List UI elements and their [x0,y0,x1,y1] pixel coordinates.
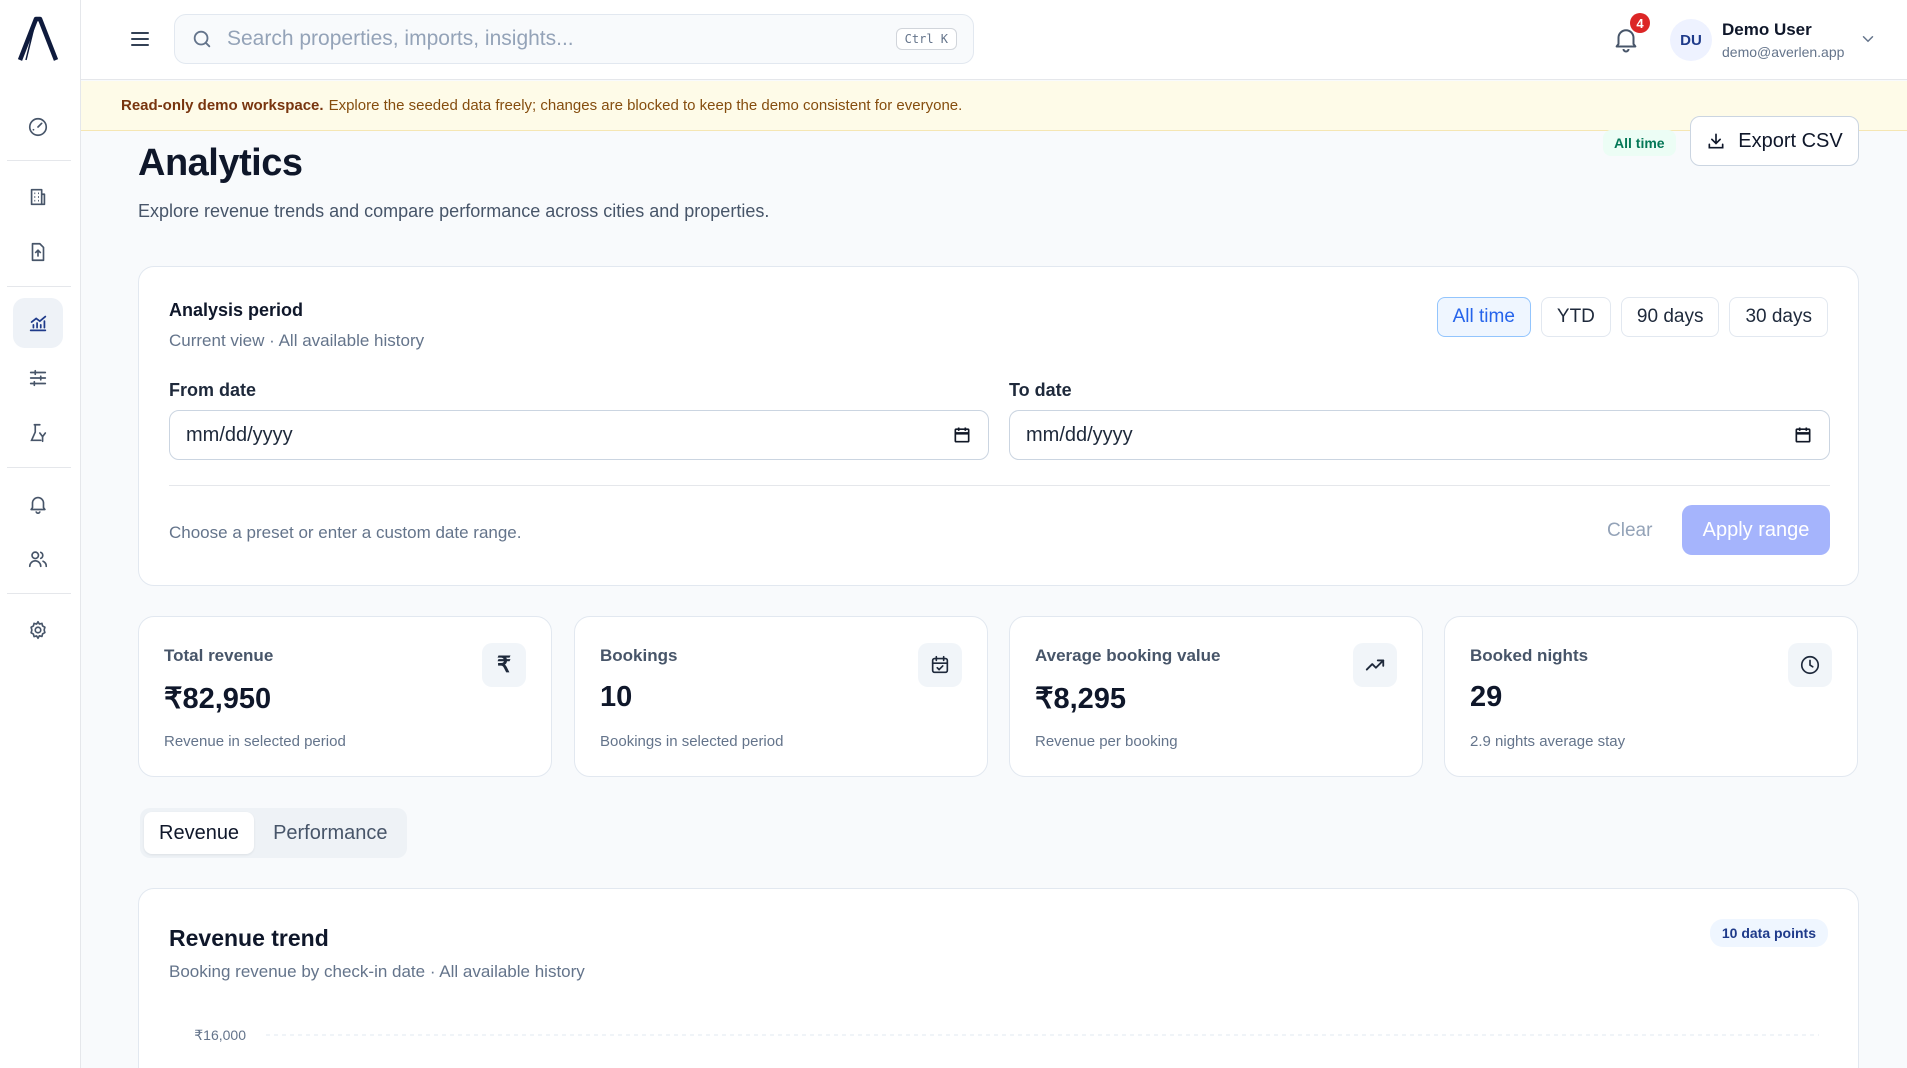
stat-value: ₹8,295 [1035,683,1127,715]
file-upload-icon [31,242,45,262]
period-presets: All time YTD 90 days 30 days [1436,297,1828,337]
to-date-label: To date [1009,380,1072,400]
stat-note: Revenue in selected period [164,733,346,750]
revenue-trend-title: Revenue trend [169,925,329,951]
analysis-period-card: Analysis period Current view · All avail… [138,266,1859,586]
stat-card-bookings: Bookings 10 Bookings in selected period [574,616,988,777]
demo-banner-text: Explore the seeded data freely; changes … [328,97,963,114]
insights-icon [30,423,47,443]
divider [169,485,1830,486]
analysis-period-title: Analysis period [169,300,304,320]
sidebar-item-analytics[interactable] [13,298,63,348]
stat-label: Total revenue [164,646,274,665]
stat-note: 2.9 nights average stay [1470,733,1626,750]
demo-banner-title: Read-only demo workspace. [121,97,324,114]
export-csv-button[interactable]: Export CSV [1690,116,1859,166]
sidebar-item-controls[interactable] [13,353,63,403]
revenue-trend-subtitle: Booking revenue by check-in date · All a… [169,962,585,981]
sidebar-item-settings[interactable] [13,605,63,655]
stat-card-booked-nights: Booked nights 29 2.9 nights average stay [1444,616,1858,777]
period-badge: All time [1603,130,1676,156]
calendar-check-icon [918,643,962,687]
y-tick-label: ₹16,000 [194,1027,246,1043]
sidebar-divider [7,160,71,161]
dashboard-icon [28,117,48,137]
stat-card-average-booking-value: Average booking value ₹8,295 Revenue per… [1009,616,1423,777]
topbar: Search properties, imports, insights... … [81,0,1907,80]
stat-note: Bookings in selected period [600,733,784,750]
sidebar-item-dashboard[interactable] [13,102,63,152]
sliders-icon [29,369,47,387]
notification-count-badge: 4 [1630,13,1650,33]
tab-revenue[interactable]: Revenue [144,812,255,854]
global-search[interactable]: Search properties, imports, insights... … [174,14,974,64]
page-subtitle: Explore revenue trends and compare perfo… [138,201,770,221]
export-csv-label: Export CSV [1738,129,1843,152]
settings-icon [30,620,46,640]
preset-ytd-button[interactable]: YTD [1540,297,1611,337]
from-date-input[interactable]: mm/dd/yyyy [169,410,989,460]
preset-90-days-button[interactable]: 90 days [1620,297,1720,337]
revenue-trend-card: Revenue trend Booking revenue by check-i… [138,888,1859,1068]
search-input[interactable]: Search properties, imports, insights... [227,27,896,51]
download-icon [1708,133,1724,149]
sidebar-divider [7,286,71,287]
tab-performance[interactable]: Performance [258,812,403,854]
calendar-icon[interactable] [952,425,972,445]
from-date-label: From date [169,380,257,400]
stat-label: Average booking value [1035,646,1221,665]
building-icon [30,188,46,206]
preset-all-time-button[interactable]: All time [1436,297,1531,337]
apply-range-button[interactable]: Apply range [1682,505,1830,555]
stat-note: Revenue per booking [1035,733,1178,750]
revenue-trend-chart: ₹16,000 [194,1027,1819,1043]
from-date-placeholder: mm/dd/yyyy [186,423,293,446]
sidebar [0,0,81,1068]
stat-label: Booked nights [1470,646,1589,665]
bell-icon [30,496,46,514]
avatar[interactable]: DU [1670,19,1712,61]
search-shortcut-hint: Ctrl K [895,28,957,50]
data-points-badge: 10 data points [1709,919,1828,947]
sidebar-item-users[interactable] [13,534,63,584]
to-date-input[interactable]: mm/dd/yyyy [1009,410,1830,460]
date-range-hint: Choose a preset or enter a custom date r… [169,523,522,542]
stat-label: Bookings [600,646,678,665]
user-name[interactable]: Demo User [1722,20,1812,40]
user-email: demo@averlen.app [1722,44,1845,60]
sidebar-item-imports[interactable] [13,227,63,277]
stat-value: 29 [1470,681,1503,713]
analytics-icon [29,315,47,332]
stat-card-total-revenue: Total revenue ₹82,950 Revenue in selecte… [138,616,552,777]
preset-30-days-button[interactable]: 30 days [1729,297,1828,337]
sidebar-divider [7,593,71,594]
trend-up-icon [1353,643,1397,687]
sidebar-divider [7,467,71,468]
menu-toggle-button[interactable] [126,25,154,53]
clock-icon [1788,643,1832,687]
page-title: Analytics [138,142,303,184]
analysis-period-subtitle: Current view · All available history [169,331,425,350]
hamburger-icon [131,32,149,46]
sidebar-item-insights[interactable] [13,408,63,458]
rupee-icon: ₹ [482,643,526,687]
calendar-icon[interactable] [1793,425,1813,445]
sidebar-item-properties[interactable] [13,172,63,222]
analytics-tabs: Revenue Performance [140,808,407,858]
app-logo[interactable] [16,16,60,62]
users-icon [28,551,48,568]
to-date-placeholder: mm/dd/yyyy [1026,423,1133,446]
stat-value: 10 [600,681,633,713]
stat-value: ₹82,950 [164,683,272,715]
sidebar-item-alerts[interactable] [13,479,63,529]
search-icon [193,30,211,48]
chevron-down-icon[interactable] [1859,30,1877,48]
clear-button[interactable]: Clear [1607,520,1652,542]
demo-banner: Read-only demo workspace. Explore the se… [81,81,1907,131]
